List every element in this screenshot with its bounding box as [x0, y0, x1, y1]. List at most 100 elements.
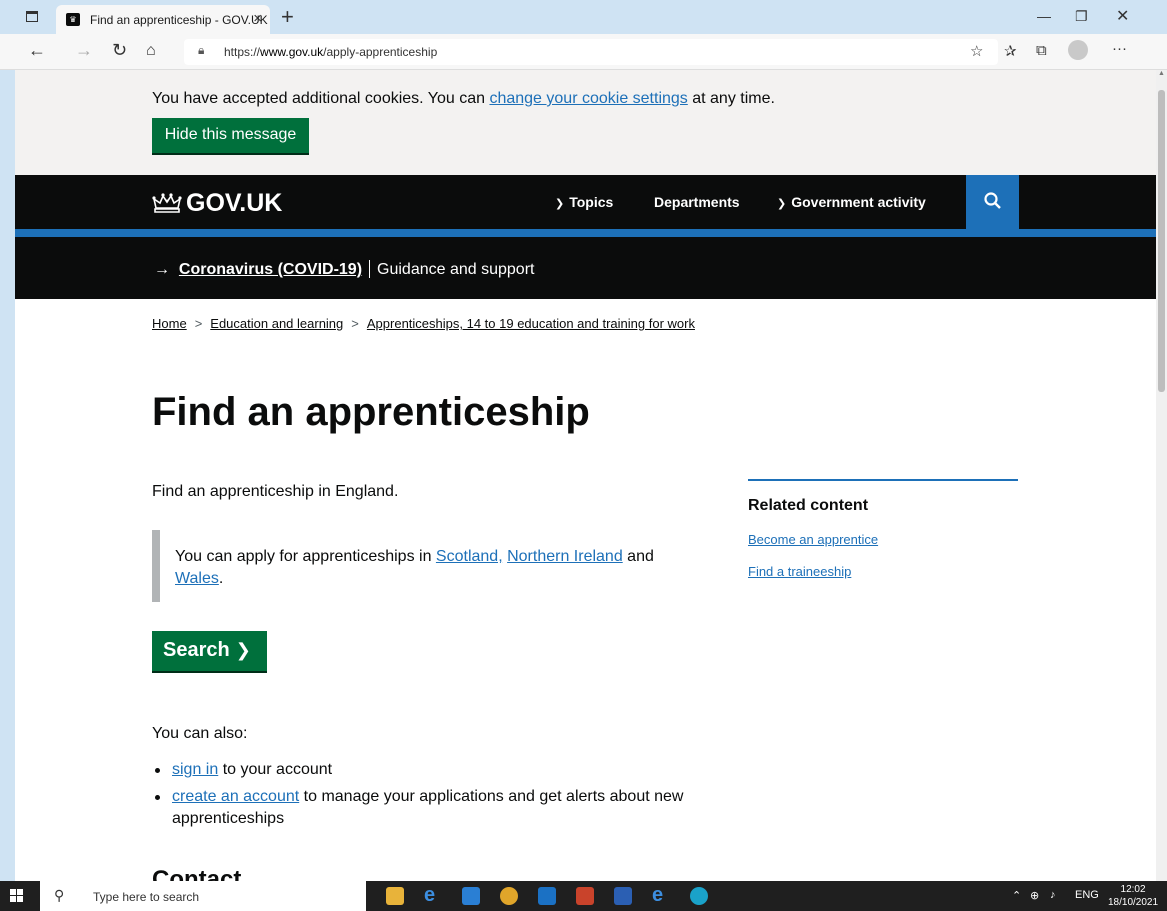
breadcrumb-education[interactable]: Education and learning [210, 316, 343, 331]
departments-link[interactable]: Departments [654, 194, 740, 210]
related-content: Related content Become an apprentice Fin… [748, 479, 1018, 579]
page-viewport: You have accepted additional cookies. Yo… [15, 70, 1156, 881]
create-account-link[interactable]: create an account [172, 788, 299, 805]
wales-link[interactable]: Wales [175, 570, 219, 587]
minimize-icon[interactable]: — [1037, 8, 1051, 24]
collections-icon[interactable]: ⧉ [1036, 42, 1047, 59]
tray-chevron-up-icon[interactable]: ⌃ [1012, 889, 1021, 902]
windows-taskbar: ⚲ Type here to search e e ⌃ ⊕ ♪ ENG 12:0… [0, 881, 1167, 911]
become-apprentice-link[interactable]: Become an apprentice [748, 532, 878, 547]
file-explorer-icon[interactable] [386, 887, 404, 905]
inset-end: . [218, 570, 224, 587]
window-close-icon[interactable]: ✕ [1116, 6, 1129, 26]
covid-link[interactable]: Coronavirus (COVID-19) [179, 261, 362, 278]
page-title: Find an apprenticeship [152, 390, 590, 434]
url-input[interactable]: 🔒︎ https://www.gov.uk/apply-apprenticesh… [184, 39, 998, 65]
internet-explorer-icon[interactable]: e [652, 884, 670, 906]
chevron-down-icon: ❯ [555, 198, 565, 210]
options-list: sign in to your account create an accoun… [152, 759, 722, 835]
clock-time: 12:02 [1120, 884, 1146, 895]
taskbar-clock[interactable]: 12:02 18/10/2021 [1108, 883, 1158, 909]
forward-icon[interactable]: → [75, 40, 93, 61]
cookie-message: You have accepted additional cookies. Yo… [152, 90, 775, 108]
govuk-favicon-icon: ♛ [66, 13, 80, 26]
govuk-logo[interactable]: GOV.UK [152, 189, 282, 218]
internet-explorer-icon[interactable]: e [424, 884, 442, 906]
address-bar: ← → ↻ ⌂ 🔒︎ https://www.gov.uk/apply-appr… [0, 34, 1167, 70]
inset-intro: You can apply for apprenticeships in [175, 548, 436, 565]
sign-in-text: to your account [218, 761, 333, 778]
taskbar-search-placeholder: Type here to search [93, 890, 200, 904]
northern-ireland-link[interactable]: Northern Ireland [507, 548, 623, 565]
scroll-thumb[interactable] [1158, 90, 1165, 392]
volume-icon[interactable]: ♪ [1050, 889, 1056, 901]
logo-text: GOV.UK [186, 189, 283, 217]
covid-guidance-text: Guidance and support [377, 261, 535, 278]
clock-date: 18/10/2021 [1108, 897, 1159, 908]
page-scrollbar[interactable]: ▲ [1156, 70, 1167, 881]
scroll-up-icon[interactable]: ▲ [1158, 70, 1165, 77]
hide-message-button[interactable]: Hide this message [152, 118, 309, 153]
inset-text-block: You can apply for apprenticeships in Sco… [152, 530, 712, 602]
cookie-text-start: You have accepted additional cookies. Yo… [152, 90, 490, 107]
list-item: sign in to your account [152, 759, 722, 781]
covid-banner: → Coronavirus (COVID-19) Guidance and sup… [15, 237, 1156, 299]
word-icon[interactable] [614, 887, 632, 905]
lede-text: Find an apprenticeship in England. [152, 483, 399, 500]
url-path: /apply-apprenticeship [323, 45, 438, 59]
chevron-right-icon: ❯ [235, 640, 251, 660]
scotland-link[interactable]: Scotland, [436, 548, 503, 565]
header-blue-bar [15, 229, 1156, 237]
contact-heading: Contact [152, 866, 242, 881]
add-favorite-icon[interactable]: ☆ [970, 42, 983, 60]
government-activity-menu[interactable]: ❯ Government activity [777, 194, 926, 210]
refresh-icon[interactable]: ↻ [112, 40, 127, 61]
url-domain: www.gov.uk [260, 45, 324, 59]
search-start-button[interactable]: Search ❯ [152, 631, 267, 671]
language-indicator[interactable]: ENG [1075, 889, 1099, 901]
cookie-settings-link[interactable]: change your cookie settings [489, 90, 687, 107]
sign-in-link[interactable]: sign in [172, 761, 218, 778]
breadcrumb-apprenticeships[interactable]: Apprenticeships, 14 to 19 education and … [367, 316, 695, 331]
lock-icon: 🔒︎ [198, 43, 205, 57]
powerpoint-icon[interactable] [576, 887, 594, 905]
cookie-text-end: at any time. [687, 90, 775, 107]
related-content-title: Related content [748, 497, 869, 514]
back-icon[interactable]: ← [28, 40, 46, 61]
media-app-icon[interactable] [462, 887, 480, 905]
covid-divider [369, 260, 371, 278]
search-icon [984, 192, 1001, 209]
find-traineeship-link[interactable]: Find a traineeship [748, 564, 851, 579]
taskbar-search-input[interactable]: ⚲ Type here to search [40, 881, 366, 911]
govuk-header: GOV.UK ❯ Topics Departments ❯ Government a… [15, 175, 1156, 229]
chrome-icon[interactable] [500, 887, 518, 905]
network-icon[interactable]: ⊕ [1030, 889, 1039, 902]
inset-and: and [622, 548, 654, 565]
breadcrumb-home[interactable]: Home [152, 316, 187, 331]
new-tab-icon[interactable]: + [281, 4, 294, 30]
topics-menu[interactable]: ❯ Topics [555, 194, 613, 210]
cookie-banner: You have accepted additional cookies. Yo… [15, 70, 1156, 175]
tab-title: Find an apprenticeship - GOV.UK [90, 13, 268, 27]
tab-actions-icon[interactable] [26, 11, 38, 22]
topics-label: Topics [569, 194, 614, 210]
also-text: You can also: [152, 725, 248, 742]
arrow-right-icon: → [154, 261, 170, 278]
chevron-right-icon: > [194, 316, 203, 331]
restore-icon[interactable]: ❐ [1075, 8, 1088, 25]
browser-tab-bar: ♛ Find an apprenticeship - GOV.UK × + — … [0, 0, 1167, 34]
outlook-icon[interactable] [538, 887, 556, 905]
chevron-right-icon: > [351, 316, 359, 331]
header-search-button[interactable] [966, 175, 1019, 229]
url-prefix: https:// [224, 45, 261, 59]
windows-start-icon[interactable] [10, 889, 24, 903]
more-menu-icon[interactable]: ··· [1112, 40, 1127, 57]
home-icon[interactable]: ⌂ [146, 42, 156, 60]
profile-avatar[interactable] [1068, 40, 1088, 60]
tab-close-icon[interactable]: × [253, 10, 262, 27]
browser-tab[interactable]: ♛ Find an apprenticeship - GOV.UK × [56, 5, 270, 34]
edge-icon[interactable] [690, 887, 708, 905]
favorites-icon[interactable]: ✰ [1004, 42, 1017, 60]
crown-icon [152, 193, 182, 213]
list-item: create an account to manage your applica… [152, 786, 722, 830]
